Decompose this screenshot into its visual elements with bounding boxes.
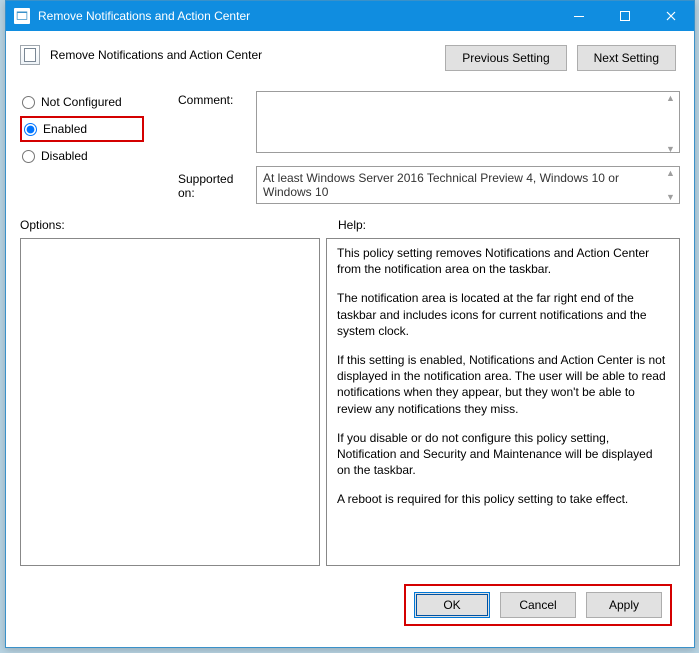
options-label: Options: (20, 218, 338, 232)
apply-button[interactable]: Apply (586, 592, 662, 618)
scroll-down-icon[interactable]: ▼ (662, 191, 679, 203)
radio-enabled[interactable]: Enabled (22, 118, 118, 140)
scroll-down-icon[interactable]: ▼ (662, 143, 679, 155)
policy-icon (20, 45, 40, 65)
options-panel (20, 238, 320, 566)
radio-not-configured-input[interactable] (22, 96, 35, 109)
comment-label: Comment: (178, 91, 248, 107)
help-text: This policy setting removes Notification… (337, 245, 669, 277)
help-text: A reboot is required for this policy set… (337, 491, 669, 507)
close-button[interactable] (648, 1, 694, 31)
cancel-button[interactable]: Cancel (500, 592, 576, 618)
maximize-button[interactable] (602, 1, 648, 31)
previous-setting-button[interactable]: Previous Setting (445, 45, 566, 71)
help-label: Help: (338, 218, 366, 232)
radio-enabled-input[interactable] (24, 123, 37, 136)
supported-scroll: ▲ ▼ (662, 167, 679, 203)
supported-on-text: At least Windows Server 2016 Technical P… (256, 166, 680, 204)
radio-disabled[interactable]: Disabled (20, 145, 170, 167)
content-area: Remove Notifications and Action Center P… (6, 31, 694, 646)
minimize-button[interactable] (556, 1, 602, 31)
radio-disabled-label: Disabled (41, 149, 88, 163)
help-text: If this setting is enabled, Notification… (337, 352, 669, 417)
comment-textarea[interactable] (256, 91, 680, 153)
radio-disabled-input[interactable] (22, 150, 35, 163)
window-controls (556, 1, 694, 31)
app-icon (14, 8, 30, 24)
enabled-highlight: Enabled (20, 116, 144, 142)
supported-label: Supported on: (178, 170, 248, 200)
help-text: If you disable or do not configure this … (337, 430, 669, 479)
state-radio-group: Not Configured Enabled Disabled (20, 91, 170, 167)
radio-not-configured[interactable]: Not Configured (20, 91, 170, 113)
next-setting-button[interactable]: Next Setting (577, 45, 676, 71)
titlebar[interactable]: Remove Notifications and Action Center (6, 1, 694, 31)
radio-enabled-label: Enabled (43, 122, 87, 136)
comment-scroll: ▲ ▼ (662, 92, 679, 155)
scroll-up-icon[interactable]: ▲ (662, 167, 679, 179)
footer-highlight: OK Cancel Apply (404, 584, 672, 626)
page-title: Remove Notifications and Action Center (50, 48, 262, 62)
scroll-up-icon[interactable]: ▲ (662, 92, 679, 104)
window-title: Remove Notifications and Action Center (38, 9, 556, 23)
help-text: The notification area is located at the … (337, 290, 669, 339)
radio-not-configured-label: Not Configured (41, 95, 122, 109)
help-panel: This policy setting removes Notification… (326, 238, 680, 566)
ok-button[interactable]: OK (414, 592, 490, 618)
policy-dialog: Remove Notifications and Action Center R… (5, 0, 695, 648)
